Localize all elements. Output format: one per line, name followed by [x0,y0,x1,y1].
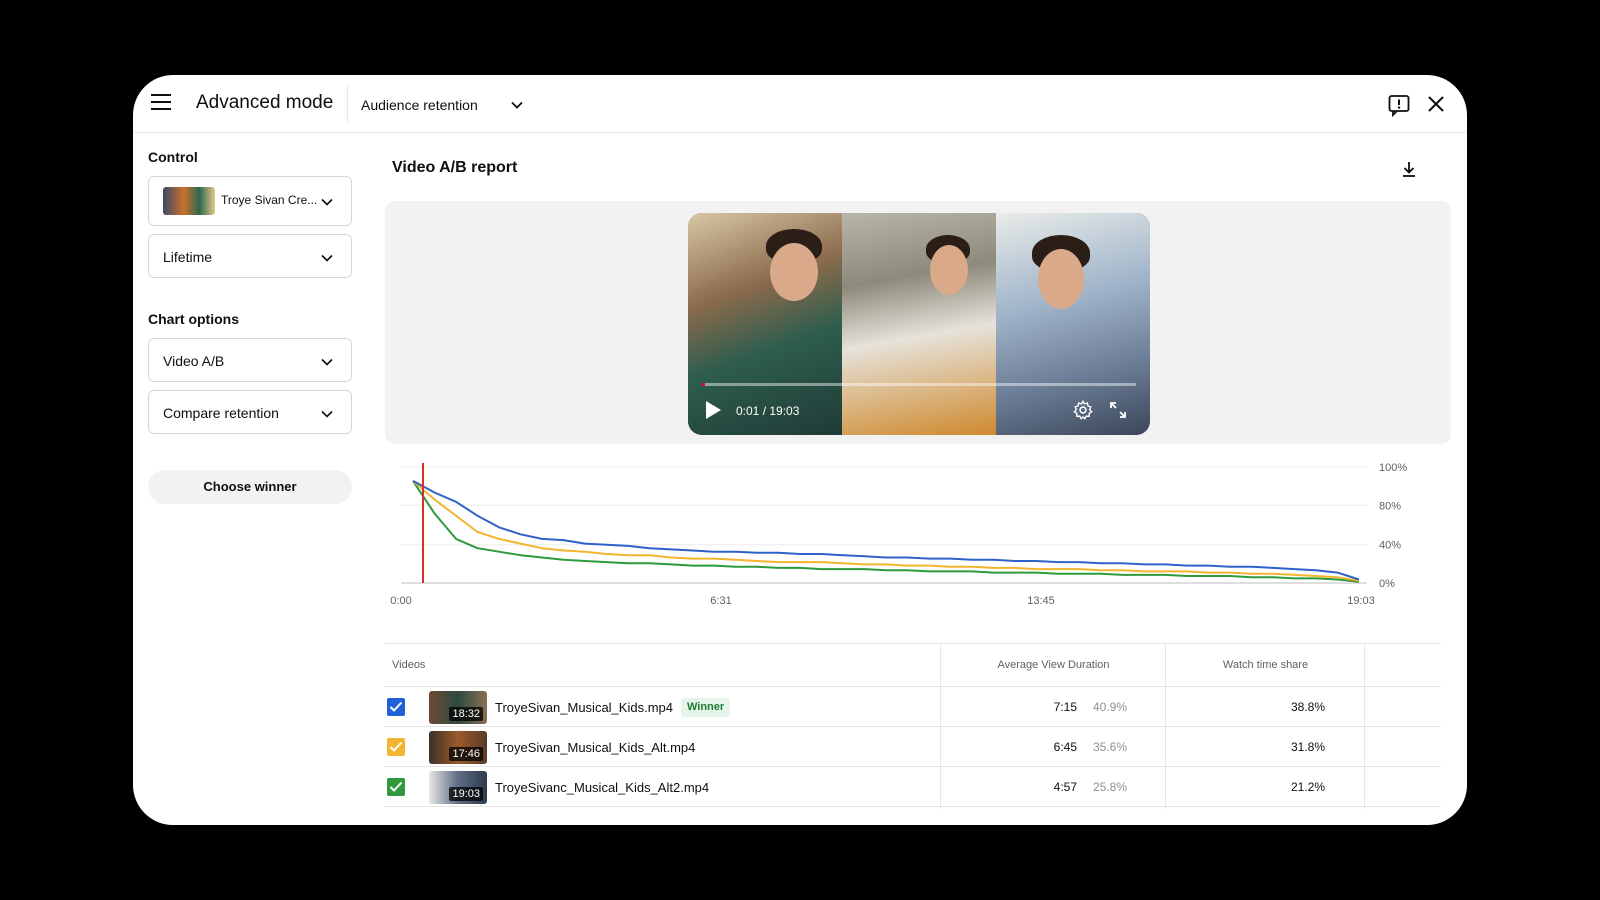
period-dropdown[interactable]: Lifetime [148,234,352,278]
y-tick-label: 80% [1379,500,1401,512]
control-section-label: Control [148,149,198,165]
video-thumbnail: 17:46 [429,731,487,764]
compare-metric-dropdown[interactable]: Compare retention [148,390,352,434]
header-bar: Advanced mode Audience retention [133,75,1467,133]
page-title: Advanced mode [196,92,334,113]
video-duration: 19:03 [449,787,483,801]
report-title: Video A/B report [392,159,518,176]
report-type-select[interactable]: Audience retention [361,87,531,121]
series-checkbox[interactable] [387,738,405,756]
video-name[interactable]: TroyeSivanc_Musical_Kids_Alt2.mp4 [495,780,709,795]
avg-view-duration: 6:45 [1053,740,1077,754]
header-divider [347,85,348,123]
retention-chart: 100% 80% 40% 0% 0:00 6:31 13:45 19:03 [390,462,1407,607]
table-row: 17:46 TroyeSivan_Musical_Kids_Alt.mp4 6:45… [385,727,1441,767]
column-header-avd: Average View Duration [997,659,1110,671]
watch-time-share: 21.2% [1290,780,1325,794]
video-name[interactable]: TroyeSivan_Musical_Kids_Alt.mp4 [495,740,695,755]
control-video-label: Troye Sivan Cre... [221,193,318,207]
watch-time-share: 31.8% [1290,740,1325,754]
video-thumbnail: 18:32 [429,691,487,724]
advanced-mode-window: Advanced mode Audience retention Control… [133,75,1467,825]
table-row: 19:03 TroyeSivanc_Musical_Kids_Alt2.mp4 4:… [385,767,1441,807]
checkmark-icon [389,781,403,792]
video-table: Videos Average View Duration Watch time … [385,643,1441,809]
fullscreen-icon[interactable] [1108,400,1128,420]
checkmark-icon [389,741,403,752]
x-tick-label: 13:45 [1027,595,1055,607]
feedback-icon[interactable] [1387,93,1411,117]
video-thumbnail: 19:03 [429,771,487,804]
chart-type-dropdown[interactable]: Video A/B [148,338,352,382]
compare-metric-label: Compare retention [163,405,279,421]
video-progress-bar[interactable] [702,383,1136,386]
series-checkbox[interactable] [387,778,405,796]
video-player-panel: 0:01 / 19:03 [385,201,1451,444]
video-progress-fill [702,383,706,386]
table-header: Videos Average View Duration Watch time … [385,643,1441,687]
winner-badge: Winner [681,698,731,717]
video-player[interactable]: 0:01 / 19:03 [688,213,1150,435]
video-duration: 18:32 [449,707,483,721]
avg-view-percentage: 25.8% [1093,780,1128,794]
chart-type-label: Video A/B [163,353,225,369]
control-video-dropdown[interactable]: Troye Sivan Cre... [148,176,352,226]
video-timecode: 0:01 / 19:03 [736,404,800,418]
column-header-videos: Videos [392,659,426,671]
x-tick-label: 0:00 [390,595,411,607]
chevron-down-icon [511,101,523,109]
report-type-label: Audience retention [361,97,478,113]
chevron-down-icon [321,358,333,366]
video-frame-b [842,213,996,435]
close-icon[interactable] [1425,93,1447,115]
gear-icon[interactable] [1072,399,1094,421]
video-duration: 17:46 [449,747,483,761]
avg-view-duration: 4:57 [1053,780,1077,794]
download-icon[interactable] [1399,159,1419,179]
watch-time-share: 38.8% [1290,700,1325,714]
x-tick-label: 6:31 [710,595,731,607]
video-name[interactable]: TroyeSivan_Musical_Kids.mp4 [495,700,673,715]
menu-icon[interactable] [151,94,171,110]
table-row: 18:32 TroyeSivan_Musical_Kids.mp4 Winner 7:… [385,687,1441,727]
column-header-share: Watch time share [1222,659,1309,671]
chart-options-label: Chart options [148,311,239,327]
y-tick-label: 100% [1379,462,1407,474]
control-video-thumbnail [163,187,215,215]
chevron-down-icon [321,254,333,262]
play-icon[interactable] [704,400,722,420]
x-tick-label: 19:03 [1347,595,1375,607]
series-checkbox[interactable] [387,698,405,716]
chevron-down-icon [321,198,333,206]
period-label: Lifetime [163,249,213,265]
avg-view-percentage: 40.9% [1093,700,1128,714]
choose-winner-button[interactable]: Choose winner [148,470,352,504]
checkmark-icon [389,701,403,712]
avg-view-duration: 7:15 [1053,700,1077,714]
avg-view-percentage: 35.6% [1093,740,1128,754]
y-tick-label: 40% [1379,540,1401,552]
chevron-down-icon [321,410,333,418]
y-tick-label: 0% [1379,578,1395,590]
